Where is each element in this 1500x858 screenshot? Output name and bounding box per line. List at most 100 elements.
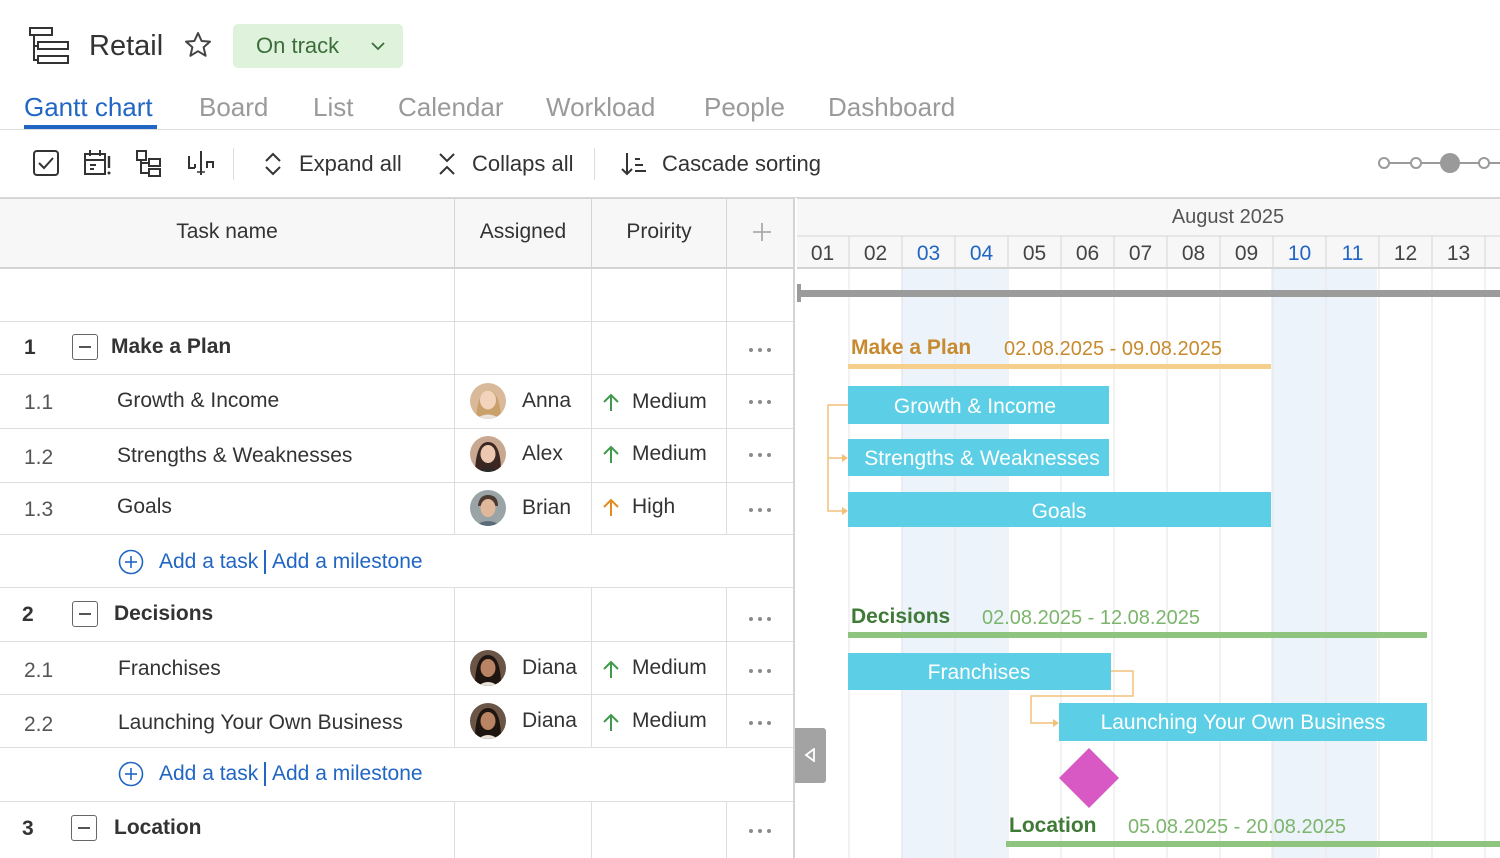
dependency-arrowhead [842, 454, 848, 462]
weekend-column [1271, 269, 1324, 858]
grid-header: Task name Assigned Proirity [0, 198, 793, 269]
row-actions-menu[interactable] [749, 616, 773, 622]
priority-value: Medium [632, 442, 707, 465]
link-separator [264, 550, 266, 574]
calendar-alert-icon[interactable] [82, 148, 112, 178]
assignee-name: Alex [522, 442, 563, 465]
add-milestone-link[interactable]: Add a milestone [272, 762, 423, 786]
cascade-sorting-button[interactable]: Cascade sorting [620, 148, 821, 180]
add-task-row: Add a task Add a milestone [0, 748, 793, 802]
task-number: 1.2 [24, 446, 54, 469]
status-dropdown[interactable]: On track [233, 24, 403, 68]
summary-bar-decisions[interactable] [848, 632, 1427, 638]
plus-circle-icon[interactable] [118, 549, 144, 575]
row-actions-menu[interactable] [749, 668, 773, 674]
task-row[interactable]: 2.2 Launching Your Own Business Diana Me… [0, 695, 793, 748]
day-label: 01 [811, 242, 834, 265]
summary-name-make-a-plan: Make a Plan [851, 336, 971, 359]
day-label: 06 [1076, 242, 1099, 265]
tab-board[interactable]: Board [199, 92, 268, 123]
task-number: 2.2 [24, 713, 54, 736]
row-actions-menu[interactable] [749, 828, 773, 834]
collapse-group-toggle[interactable] [71, 815, 97, 841]
day-label: 13 [1447, 242, 1470, 265]
hierarchy-icon[interactable] [134, 148, 164, 178]
group-name: Location [114, 816, 202, 839]
priority-value: Medium [632, 390, 707, 413]
row-actions-menu[interactable] [749, 399, 773, 405]
view-tabs: Gantt chart Board List Calendar Workload… [0, 86, 1500, 130]
add-milestone-link[interactable]: Add a milestone [272, 550, 423, 574]
column-header-assigned[interactable]: Assigned [454, 199, 591, 268]
tab-workload[interactable]: Workload [546, 92, 655, 123]
task-bar-label: Franchises [928, 661, 1031, 684]
day-label: 05 [1023, 242, 1046, 265]
baseline-icon[interactable] [186, 148, 216, 178]
add-task-link[interactable]: Add a task [159, 762, 258, 786]
expand-all-button[interactable]: Expand all [260, 148, 402, 180]
sort-icon [621, 153, 646, 176]
arrow-up-icon [603, 660, 619, 678]
task-row[interactable]: 2.1 Franchises Diana Medium [0, 642, 793, 695]
row-actions-menu[interactable] [749, 720, 773, 726]
checkbox-select-icon[interactable] [31, 148, 61, 178]
toolbar-separator [233, 148, 234, 180]
arrow-up-icon [603, 498, 619, 516]
group-row-decisions[interactable]: 2 Decisions [0, 588, 793, 642]
row-actions-menu[interactable] [749, 347, 773, 353]
avatar [470, 703, 506, 739]
gantt-timeline: August 2025 01 02 03 04 05 06 07 08 09 10 11 12 13 M… [797, 198, 1500, 858]
collapse-group-toggle[interactable] [72, 334, 98, 360]
toolbar-separator [594, 148, 595, 180]
tab-gantt-chart[interactable]: Gantt chart [24, 92, 153, 123]
assignee-name: Diana [522, 656, 577, 679]
weekend-column [1324, 269, 1377, 858]
collapse-all-button[interactable]: Collaps all [434, 148, 574, 180]
tab-list[interactable]: List [313, 92, 353, 123]
day-label: 12 [1394, 242, 1417, 265]
row-actions-menu[interactable] [749, 507, 773, 513]
summary-bar-make-a-plan[interactable] [848, 364, 1271, 369]
star-icon[interactable] [184, 31, 212, 59]
zoom-slider[interactable] [1376, 150, 1500, 176]
arrow-up-icon [603, 393, 619, 411]
milestone-diamond[interactable] [1059, 748, 1119, 808]
plus-circle-icon[interactable] [118, 761, 144, 787]
active-tab-indicator [24, 125, 157, 129]
plus-icon [753, 223, 771, 241]
column-header-priority[interactable]: Proirity [591, 199, 726, 268]
status-label: On track [256, 33, 340, 58]
tab-dashboard[interactable]: Dashboard [828, 92, 955, 123]
expand-all-label: Expand all [299, 151, 402, 176]
summary-name-decisions: Decisions [851, 605, 950, 628]
task-row[interactable]: 1.2 Strengths & Weaknesses Alex Medium [0, 429, 793, 483]
task-number: 2.1 [24, 659, 54, 682]
assignee-name: Brian [522, 496, 572, 519]
task-row[interactable]: 1.1 Growth & Income Anna Medium [0, 375, 793, 429]
group-row-location[interactable]: 3 Location [0, 802, 793, 858]
collapse-icon [439, 153, 455, 175]
project-timeline-bar [797, 290, 1500, 297]
arrow-up-icon [603, 713, 619, 731]
task-row[interactable]: 1.3 Goals Brian High [0, 483, 793, 535]
collapse-group-toggle[interactable] [72, 601, 98, 627]
group-name: Make a Plan [111, 335, 232, 358]
summary-name-location: Location [1009, 814, 1097, 837]
tab-people[interactable]: People [704, 92, 785, 123]
project-header: Retail On track [0, 0, 1500, 92]
priority-value: Medium [632, 656, 707, 679]
tab-calendar[interactable]: Calendar [398, 92, 504, 123]
summary-bar-location[interactable] [1006, 841, 1500, 847]
column-header-task-name[interactable]: Task name [0, 199, 454, 268]
day-label: 11 [1342, 242, 1364, 265]
task-number: 1.1 [24, 391, 54, 414]
add-column-button[interactable] [726, 199, 793, 268]
add-task-row: Add a task Add a milestone [0, 535, 793, 588]
row-actions-menu[interactable] [749, 452, 773, 458]
group-row-make-a-plan[interactable]: 1 Make a Plan [0, 322, 793, 375]
add-task-link[interactable]: Add a task [159, 550, 258, 574]
task-bar-label: Goals [1032, 500, 1087, 523]
arrow-up-icon [603, 445, 619, 463]
dependency-arrowhead [842, 507, 848, 515]
summary-range-make-a-plan: 02.08.2025 - 09.08.2025 [1004, 338, 1222, 360]
